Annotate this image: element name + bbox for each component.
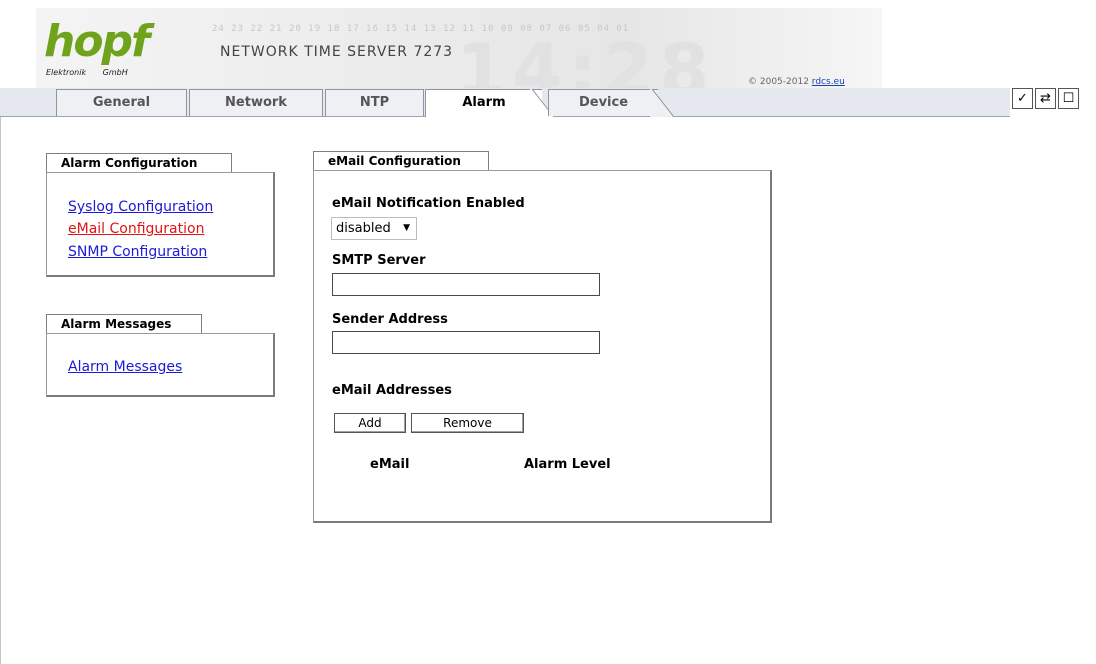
header: 24 23 22 21 20 19 18 17 16 15 14 13 12 1…	[0, 0, 1096, 118]
tab-network[interactable]: Network	[189, 89, 323, 116]
notification-label: eMail Notification Enabled	[332, 196, 525, 211]
notification-select-value: disabled	[336, 221, 391, 236]
logo-subtitle: Elektronik GmbH	[46, 68, 142, 77]
copyright: © 2005-2012 rdcs.eu	[748, 77, 845, 87]
checkmark-icon[interactable]: ✓	[1012, 88, 1033, 109]
logo-sub-left: Elektronik	[46, 68, 87, 77]
remove-button[interactable]: Remove	[411, 413, 524, 433]
snmp-config-link[interactable]: SNMP Configuration	[68, 244, 207, 260]
email-config-tab: eMail Configuration	[313, 151, 489, 171]
sender-address-input[interactable]	[332, 331, 600, 354]
email-addresses-label: eMail Addresses	[332, 383, 452, 398]
alarm-messages-tab: Alarm Messages	[46, 314, 202, 334]
copyright-link[interactable]: rdcs.eu	[812, 77, 845, 87]
smtp-server-label: SMTP Server	[332, 253, 426, 268]
refresh-arrows-icon[interactable]: ⇄	[1035, 88, 1056, 109]
logo-sub-right: GmbH	[102, 68, 128, 77]
smtp-server-input[interactable]	[332, 273, 600, 296]
tab-ntp[interactable]: NTP	[325, 89, 424, 116]
chevron-down-icon: ▼	[403, 223, 410, 233]
alarm-config-tab: Alarm Configuration	[46, 153, 232, 173]
email-config-link[interactable]: eMail Configuration	[68, 221, 204, 237]
alarm-messages-link[interactable]: Alarm Messages	[68, 359, 182, 375]
banner-clock: 14:28	[456, 28, 716, 88]
syslog-config-link[interactable]: Syslog Configuration	[68, 199, 213, 215]
banner: 24 23 22 21 20 19 18 17 16 15 14 13 12 1…	[36, 8, 882, 88]
sender-address-label: Sender Address	[332, 312, 448, 327]
copyright-text: © 2005-2012	[748, 77, 809, 87]
hopf-logo: hopf Elektronik GmbH	[44, 20, 162, 84]
toolbar-icons: ✓ ⇄ ☐	[1012, 88, 1079, 109]
add-button[interactable]: Add	[334, 413, 406, 433]
tab-device-slant	[650, 89, 674, 117]
tab-strip: General Network NTP Alarm Device	[0, 88, 1010, 118]
content-area: Alarm Configuration Syslog Configuration…	[0, 117, 1096, 664]
tab-alarm[interactable]: Alarm	[425, 89, 542, 118]
alarm-level-column-header: Alarm Level	[524, 457, 611, 472]
notification-select[interactable]: disabled ▼	[331, 217, 417, 240]
document-icon[interactable]: ☐	[1058, 88, 1079, 109]
tab-general[interactable]: General	[56, 89, 187, 116]
tab-device[interactable]: Device	[548, 89, 658, 116]
email-column-header: eMail	[370, 457, 410, 472]
product-title: NETWORK TIME SERVER 7273	[220, 44, 454, 60]
logo-wordmark: hopf	[44, 16, 150, 67]
